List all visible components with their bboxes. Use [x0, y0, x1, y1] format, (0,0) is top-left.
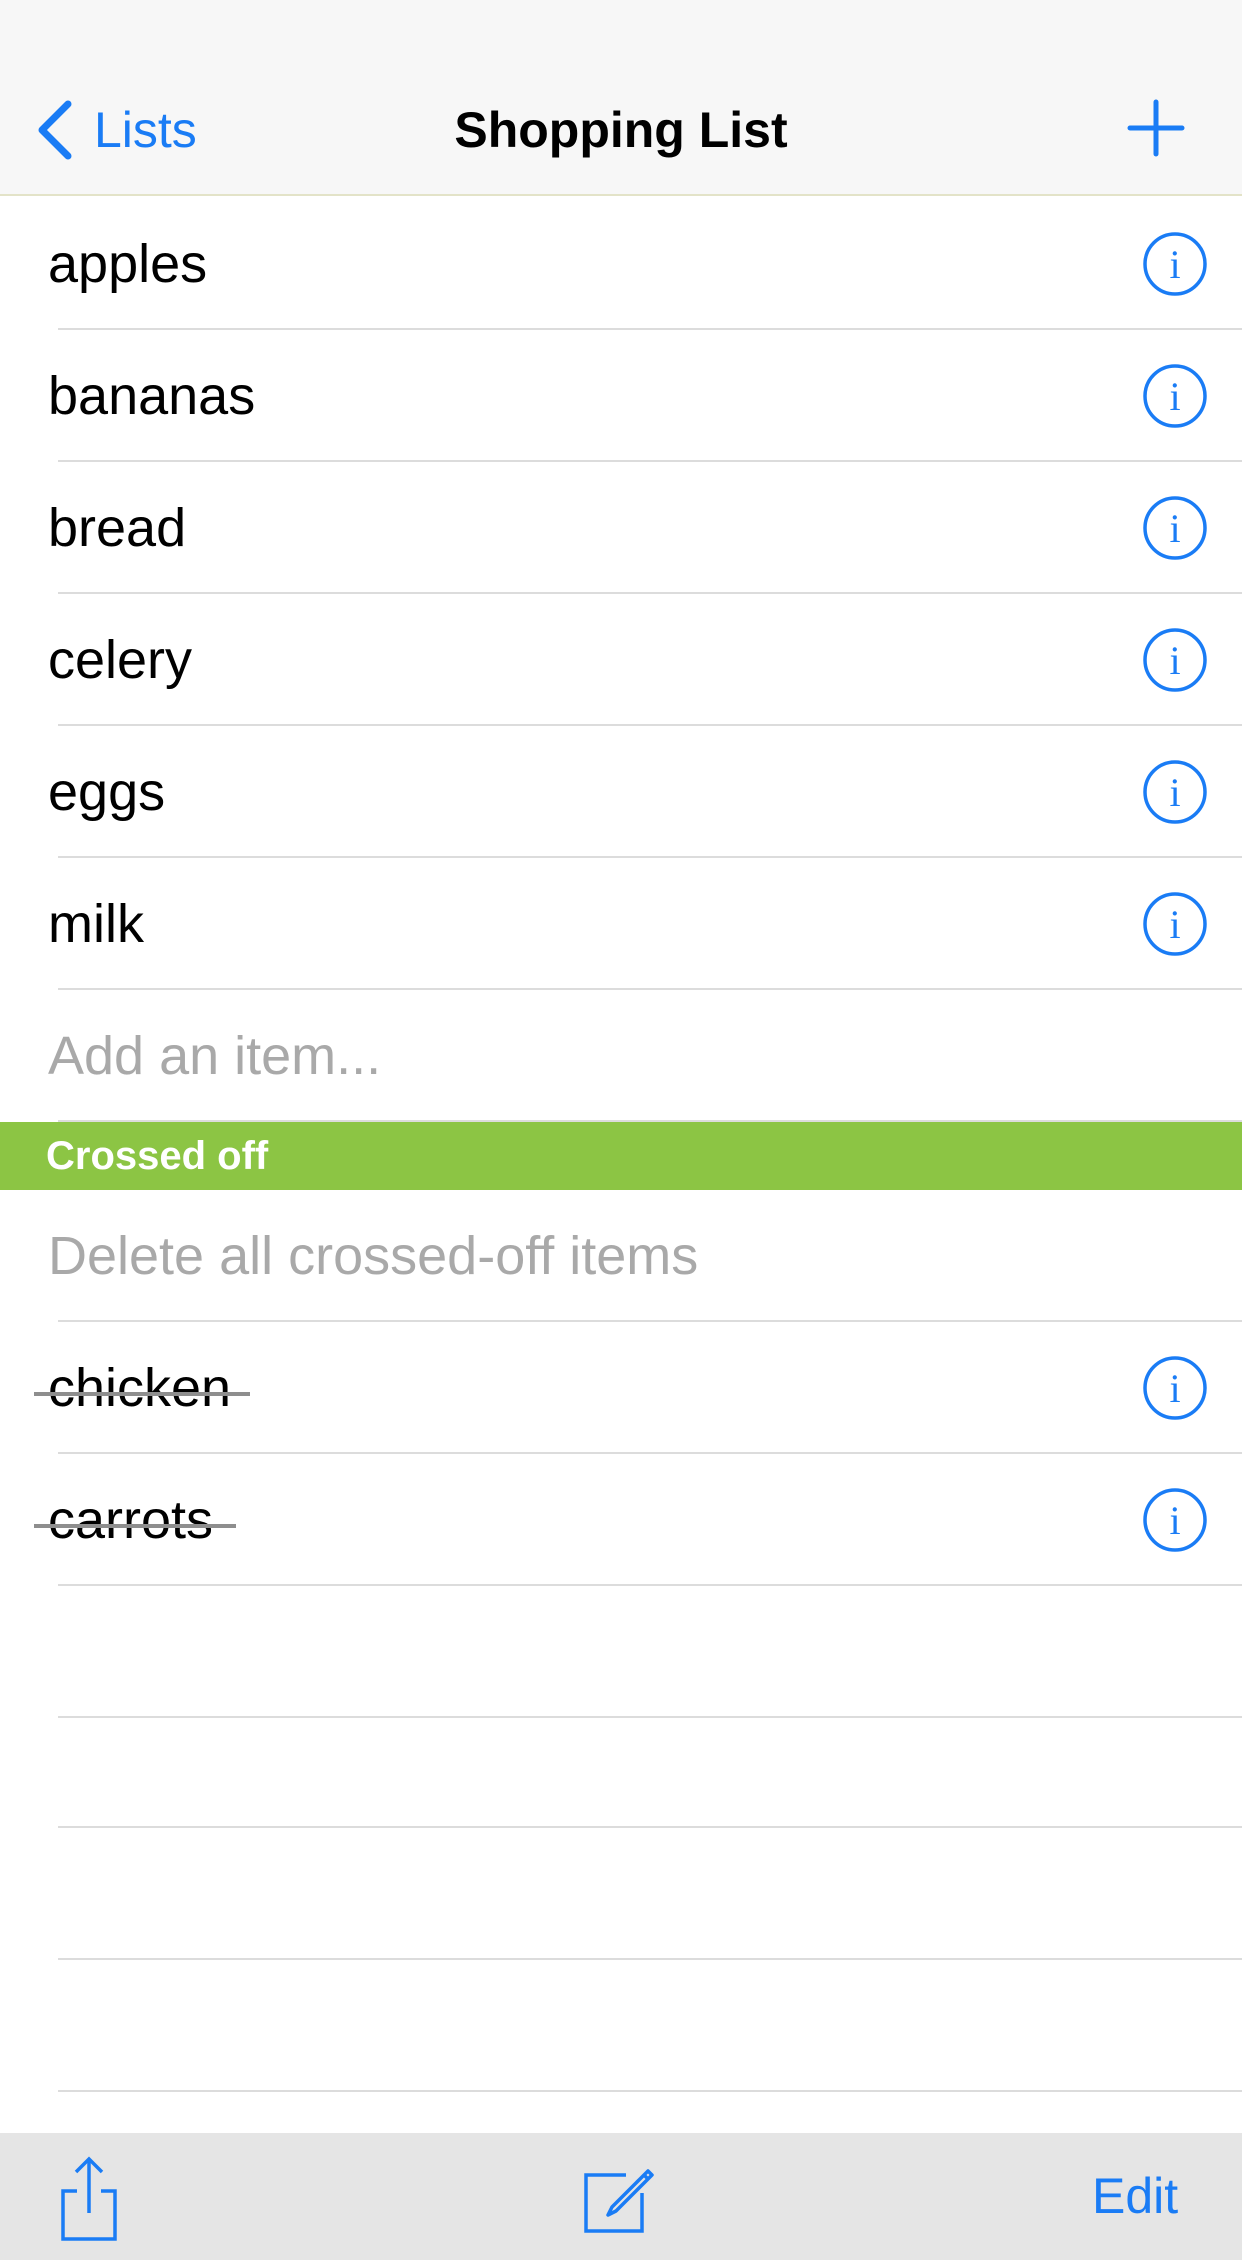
- item-label: celery: [48, 630, 193, 690]
- add-item-input[interactable]: Add an item...: [48, 990, 381, 1122]
- shopping-list: apples i bananas i bread i celery i eggs…: [0, 198, 1242, 2092]
- item-label: bananas: [48, 366, 256, 426]
- info-button[interactable]: i: [1142, 891, 1208, 957]
- item-label: apples: [48, 234, 208, 294]
- svg-text:i: i: [1169, 1498, 1180, 1543]
- info-button[interactable]: i: [1142, 627, 1208, 693]
- list-item[interactable]: bread i: [0, 462, 1242, 594]
- info-button[interactable]: i: [1142, 363, 1208, 429]
- empty-row: [0, 1586, 1242, 1718]
- list-item[interactable]: milk i: [0, 858, 1242, 990]
- list-item[interactable]: eggs i: [0, 726, 1242, 858]
- info-button[interactable]: i: [1142, 1487, 1208, 1553]
- strikethrough-line: [34, 1524, 236, 1528]
- add-item-row[interactable]: Add an item...: [0, 990, 1242, 1122]
- bottom-toolbar: Edit: [0, 2133, 1242, 2260]
- empty-row: [0, 1828, 1242, 1960]
- info-icon: i: [1143, 496, 1207, 560]
- info-icon: i: [1143, 1356, 1207, 1420]
- delete-crossed-off-button[interactable]: Delete all crossed-off items: [48, 1190, 698, 1322]
- delete-crossed-off-row[interactable]: Delete all crossed-off items: [0, 1190, 1242, 1322]
- compose-button[interactable]: [582, 2161, 656, 2235]
- navigation-bar: Lists Shopping List: [0, 0, 1242, 196]
- crossed-item-label: chicken: [48, 1358, 232, 1418]
- page-title: Shopping List: [454, 102, 788, 158]
- svg-text:i: i: [1169, 770, 1180, 815]
- svg-text:i: i: [1169, 902, 1180, 947]
- empty-row: [0, 1960, 1242, 2092]
- info-icon: i: [1143, 628, 1207, 692]
- info-button[interactable]: i: [1142, 495, 1208, 561]
- info-icon: i: [1143, 760, 1207, 824]
- empty-row: [0, 1718, 1242, 1828]
- crossed-item-label: carrots: [48, 1490, 214, 1550]
- item-label: bread: [48, 498, 187, 558]
- plus-icon: [1127, 99, 1185, 157]
- info-icon: i: [1143, 1488, 1207, 1552]
- info-button[interactable]: i: [1142, 1355, 1208, 1421]
- strikethrough-line: [34, 1392, 250, 1396]
- svg-text:i: i: [1169, 638, 1180, 683]
- info-icon: i: [1143, 364, 1207, 428]
- item-label: eggs: [48, 762, 166, 822]
- item-label: milk: [48, 894, 144, 954]
- svg-text:i: i: [1169, 242, 1180, 287]
- list-item[interactable]: celery i: [0, 594, 1242, 726]
- svg-text:i: i: [1169, 374, 1180, 419]
- svg-text:i: i: [1169, 1366, 1180, 1411]
- crossed-list-item[interactable]: carrots i: [0, 1454, 1242, 1586]
- share-icon: [61, 2156, 117, 2241]
- add-button[interactable]: [1126, 98, 1186, 158]
- crossed-off-section-header: Crossed off: [0, 1122, 1242, 1190]
- list-item[interactable]: bananas i: [0, 330, 1242, 462]
- list-item[interactable]: apples i: [0, 198, 1242, 330]
- edit-button[interactable]: Edit: [1092, 2133, 1178, 2260]
- share-button[interactable]: [56, 2155, 122, 2243]
- compose-icon: [584, 2169, 654, 2233]
- info-button[interactable]: i: [1142, 231, 1208, 297]
- crossed-list-item[interactable]: chicken i: [0, 1322, 1242, 1454]
- svg-text:i: i: [1169, 506, 1180, 551]
- info-button[interactable]: i: [1142, 759, 1208, 825]
- info-icon: i: [1143, 892, 1207, 956]
- info-icon: i: [1143, 232, 1207, 296]
- section-header-label: Crossed off: [46, 1134, 269, 1178]
